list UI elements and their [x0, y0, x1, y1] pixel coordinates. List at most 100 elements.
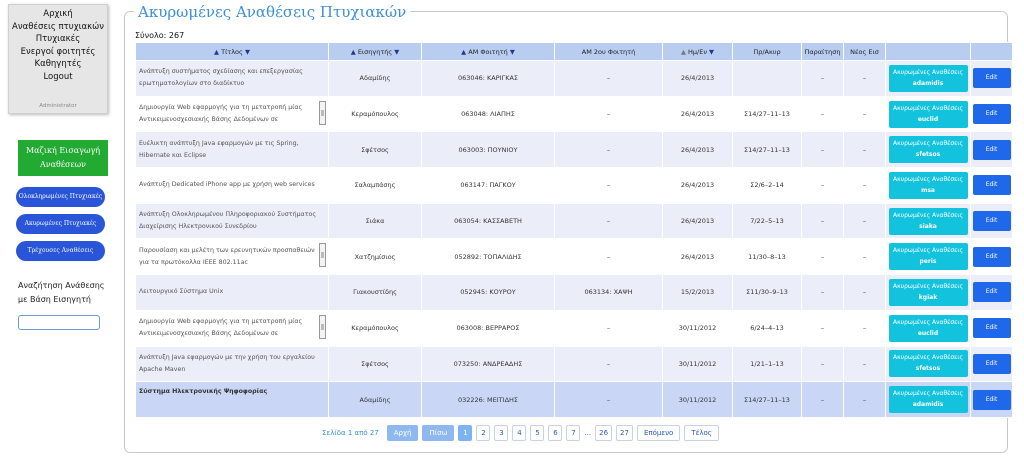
thesis-title: Ανάπτυξη Dedicated iPhone app με χρήση w…: [135, 167, 329, 204]
actions-cell: Ακυρωμένες Αναθέσεις euclid: [885, 95, 971, 133]
page-button[interactable]: 6: [548, 425, 563, 441]
sort-down-icon: ▼: [509, 47, 515, 56]
col-header-new-supervisor: Νέος Εισ: [843, 42, 886, 61]
student-id-cell: 032226: ΜΕΙΤΙΔΗΣ: [421, 381, 555, 418]
cancelled-theses-button[interactable]: Ακυρωμένες Πτυχιακές: [16, 214, 105, 234]
resignation-cell: –: [801, 238, 844, 276]
supervisor-cell: Χατζημίσιος: [328, 238, 422, 276]
nav-item-home[interactable]: Αρχική: [9, 8, 107, 21]
second-student-cell: –: [554, 345, 663, 383]
resignation-cell: –: [801, 381, 844, 418]
sort-up-icon: ▲: [680, 47, 686, 56]
page-button[interactable]: 7: [566, 425, 581, 441]
edit-button[interactable]: Edit: [972, 246, 1011, 267]
cell-scrollbar[interactable]: [319, 243, 326, 268]
actions-cell: Ακυρωμένες Αναθέσεις peris: [885, 238, 971, 276]
cell-scrollbar[interactable]: [319, 314, 326, 339]
edit-cell: Edit: [970, 309, 1013, 347]
thesis-title: Παρουσίαση και μελέτη των ερευνητικών πρ…: [135, 238, 329, 276]
cancelled-assignments-button[interactable]: Ακυρωμένες Αναθέσεις sfetsos: [888, 136, 968, 164]
supervisor-search-input[interactable]: [18, 315, 100, 330]
cancelled-assignments-button[interactable]: Ακυρωμένες Αναθέσεις peris: [888, 243, 968, 271]
edit-button[interactable]: Edit: [972, 104, 1011, 125]
nav-item-assignments[interactable]: Αναθέσεις πτυχιακών: [9, 21, 107, 34]
new-supervisor-cell: –: [843, 202, 886, 240]
date-cell: 15/2/2013: [662, 274, 733, 311]
supervisor-cell: Σαλαμπάσης: [328, 167, 422, 204]
edit-button[interactable]: Edit: [972, 282, 1011, 303]
protocol-cell: 1/21–1–13: [732, 345, 802, 383]
edit-button[interactable]: Edit: [972, 318, 1011, 339]
col-header-title[interactable]: ▲ Τίτλος ▼: [135, 42, 329, 61]
nav-item-logout[interactable]: Logout: [9, 71, 107, 84]
new-supervisor-cell: –: [843, 60, 886, 97]
supervisor-cell: Αδαμίδης: [328, 60, 422, 97]
cancelled-assignments-button[interactable]: Ακυρωμένες Αναθέσεις msa: [888, 171, 968, 199]
actions-cell: Ακυρωμένες Αναθέσεις sfetsos: [885, 131, 971, 169]
table-header-row: ▲ Τίτλος ▼ ▲ Εισηγητής ▼ ▲ ΑΜ Φοιτητή ▼ …: [135, 42, 1013, 61]
student-id-cell: 052945: ΚΟΥΡΟΥ: [421, 274, 555, 311]
new-supervisor-cell: –: [843, 345, 886, 383]
thesis-title: Δημιουργία Web εφαρμογής για τη μετατροπ…: [135, 95, 329, 133]
second-student-cell: –: [554, 309, 663, 347]
page-button[interactable]: 5: [530, 425, 545, 441]
cancelled-assignments-button[interactable]: Ακυρωμένες Αναθέσεις siaka: [888, 207, 968, 235]
main-nav: Αρχική Αναθέσεις πτυχιακών Πτυχιακές Ενε…: [8, 4, 108, 114]
protocol-cell: Σ14/27–11–13: [732, 95, 802, 133]
col-header-protocol: Πρ/Ακυρ: [732, 42, 802, 61]
col-header-supervisor[interactable]: ▲ Εισηγητής ▼: [328, 42, 422, 61]
edit-cell: Edit: [970, 167, 1013, 204]
thesis-title: Σύστημα Ηλεκτρονικής Ψηφοφορίας: [135, 381, 329, 418]
edit-button[interactable]: Edit: [972, 389, 1011, 410]
cell-scrollbar[interactable]: [319, 100, 326, 125]
bulk-import-button[interactable]: Μαζική Εισαγωγή Αναθέσεων: [18, 140, 108, 176]
cancelled-assignments-button[interactable]: Ακυρωμένες Αναθέσεις adamidis: [888, 386, 968, 414]
search-label: Αναζήτηση Ανάθεσης με Βάση Εισηγητή: [18, 281, 105, 304]
edit-button[interactable]: Edit: [972, 175, 1011, 196]
sort-up-icon: ▲: [214, 47, 220, 56]
edit-button[interactable]: Edit: [972, 68, 1011, 89]
cancelled-assignments-button[interactable]: Ακυρωμένες Αναθέσεις euclid: [888, 314, 968, 342]
table-row: Σύστημα Ηλεκτρονικής Ψηφοφορίας Αδαμίδης 0…: [135, 381, 1013, 418]
edit-button[interactable]: Edit: [972, 139, 1011, 160]
edit-cell: Edit: [970, 95, 1013, 133]
second-student-cell: 063134: ΧΑΨΗ: [554, 274, 663, 311]
edit-button[interactable]: Edit: [972, 353, 1011, 374]
page-button[interactable]: 4: [512, 425, 527, 441]
cancelled-assignments-button[interactable]: Ακυρωμένες Αναθέσεις sfetsos: [888, 350, 968, 378]
sort-down-icon: ▼: [244, 47, 250, 56]
student-id-cell: 063008: ΒΕΡΡΑΡΟΣ: [421, 309, 555, 347]
nav-item-professors[interactable]: Καθηγητές: [9, 58, 107, 71]
cancelled-assignments-button[interactable]: Ακυρωμένες Αναθέσεις adamidis: [888, 64, 968, 92]
supervisor-cell: Κεραμόπουλος: [328, 95, 422, 133]
supervisor-cell: Σφέτσος: [328, 345, 422, 383]
edit-button[interactable]: Edit: [972, 211, 1011, 232]
next-page-button[interactable]: Επόμενο: [636, 425, 681, 441]
date-cell: 30/11/2012: [662, 345, 733, 383]
page-button[interactable]: 3: [494, 425, 509, 441]
nav-item-theses[interactable]: Πτυχιακές: [9, 33, 107, 46]
page-button[interactable]: 1: [458, 425, 473, 441]
col-header-second-student: ΑΜ 2ου Φοιτητή: [554, 42, 663, 61]
completed-theses-button[interactable]: Ολοκληρωμένες Πτυχιακές: [16, 187, 105, 207]
table-row: Ανάπτυξη Java εφαρμογών με την χρήση του…: [135, 345, 1013, 383]
current-assignments-button[interactable]: Τρέχουσες Αναθέσεις: [16, 241, 105, 261]
table-row: Λειτουργικό Σύστημα Unix Γιακουστίδης 0529…: [135, 274, 1013, 311]
cancelled-assignments-button[interactable]: Ακυρωμένες Αναθέσεις kgiak: [888, 278, 968, 306]
resignation-cell: –: [801, 167, 844, 204]
assignments-table: ▲ Τίτλος ▼ ▲ Εισηγητής ▼ ▲ ΑΜ Φοιτητή ▼ …: [135, 42, 1013, 418]
sort-down-icon: ▼: [709, 47, 715, 56]
col-header-student-id[interactable]: ▲ ΑΜ Φοιτητή ▼: [421, 42, 555, 61]
supervisor-cell: Γιακουστίδης: [328, 274, 422, 311]
page-button[interactable]: 2: [476, 425, 491, 441]
first-page-button[interactable]: Αρχή: [386, 425, 419, 441]
actions-cell: Ακυρωμένες Αναθέσεις siaka: [885, 202, 971, 240]
nav-item-active-students[interactable]: Ενεργοί φοιτητές: [9, 46, 107, 59]
page-button[interactable]: 26: [595, 425, 613, 441]
col-header-date[interactable]: ▲ Ημ/Εν ▼: [662, 42, 733, 61]
cancelled-assignments-button[interactable]: Ακυρωμένες Αναθέσεις euclid: [888, 100, 968, 128]
page-button[interactable]: 27: [616, 425, 633, 441]
edit-cell: Edit: [970, 202, 1013, 240]
prev-page-button[interactable]: Πίσω: [422, 425, 455, 441]
last-page-button[interactable]: Τέλος: [684, 425, 719, 441]
